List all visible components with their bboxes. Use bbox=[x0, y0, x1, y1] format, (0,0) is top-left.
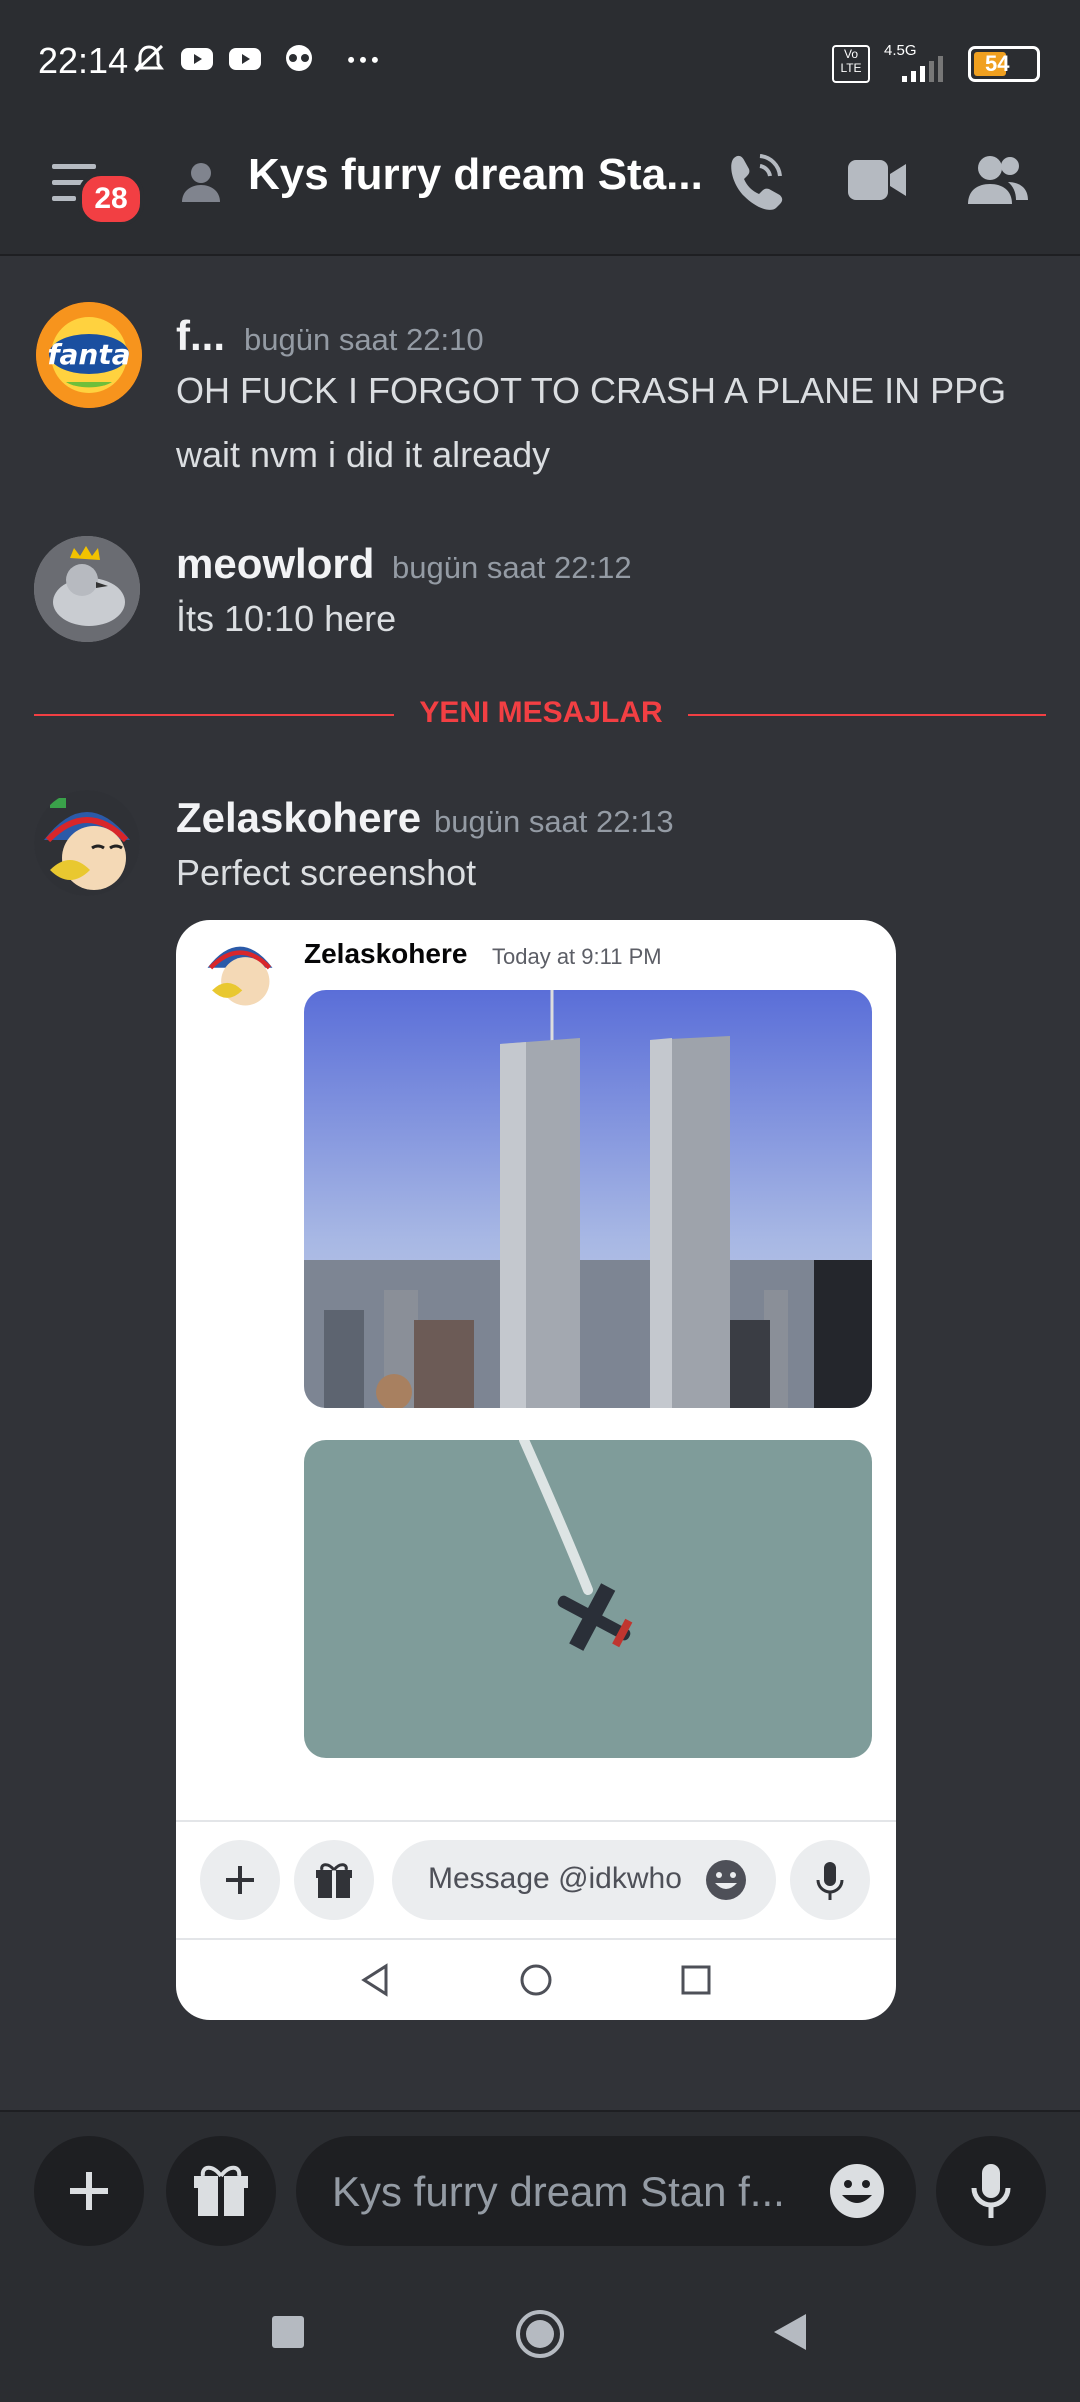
emoji-icon[interactable] bbox=[828, 2162, 886, 2220]
youtube-icon bbox=[229, 48, 261, 70]
avatar-meowlord[interactable] bbox=[34, 536, 140, 642]
video-call-icon[interactable] bbox=[846, 156, 908, 204]
attachment-author: Zelaskohere bbox=[304, 938, 468, 969]
attachment-plus-button bbox=[200, 1840, 280, 1920]
avatar-fanta[interactable]: fanta bbox=[36, 302, 142, 408]
attachment-timestamp: Today at 9:11 PM bbox=[492, 944, 662, 969]
image-attachment[interactable]: Zelaskohere Today at 9:11 PM Message @id… bbox=[176, 920, 896, 2020]
gift-icon bbox=[316, 1863, 352, 1898]
battery-icon: 54 bbox=[968, 46, 1040, 82]
volte-icon: Vo LTE bbox=[832, 45, 870, 83]
back-icon bbox=[361, 1963, 388, 1997]
recents-icon bbox=[681, 1965, 711, 1995]
message-text: wait nvm i did it already bbox=[176, 434, 551, 475]
attachment-gift-button bbox=[294, 1840, 374, 1920]
add-attachment-button[interactable] bbox=[34, 2136, 144, 2246]
microphone-icon bbox=[816, 1862, 844, 1900]
battery-level: 54 bbox=[985, 51, 1010, 76]
message-timestamp: bugün saat 22:10 bbox=[244, 322, 484, 357]
youtube-icon bbox=[181, 48, 213, 70]
attachment-nav-divider bbox=[176, 1938, 896, 1940]
attachment-divider bbox=[176, 1820, 896, 1822]
members-icon[interactable] bbox=[966, 152, 1030, 206]
status-right: Vo LTE 4.5G 54 bbox=[832, 42, 1040, 84]
message-author[interactable]: meowlord bbox=[176, 540, 374, 588]
message-author[interactable]: f... bbox=[176, 312, 225, 360]
message-timestamp: bugün saat 22:12 bbox=[392, 550, 632, 585]
plus-icon bbox=[70, 2172, 108, 2210]
attachment-input-placeholder: Message @idkwho bbox=[428, 1862, 682, 1895]
signal-icon: 4.5G bbox=[884, 42, 954, 84]
plus-icon bbox=[226, 1866, 254, 1894]
new-messages-divider-line bbox=[688, 714, 1046, 716]
message-input-placeholder: Kys furry dream Stan f... bbox=[332, 2168, 785, 2215]
message-input[interactable]: Kys furry dream Stan f... bbox=[296, 2136, 916, 2246]
home-icon bbox=[520, 1964, 552, 1996]
emoji-icon bbox=[706, 1860, 746, 1900]
channel-title[interactable]: Kys furry dream Sta... bbox=[248, 150, 703, 200]
avatar-zelaskohere[interactable] bbox=[34, 790, 140, 896]
attachment-avatar bbox=[200, 930, 280, 1010]
message-text: OH FUCK I FORGOT TO CRASH A PLANE IN PPG bbox=[176, 370, 1007, 411]
message-author[interactable]: Zelaskohere bbox=[176, 794, 421, 842]
group-dm-icon bbox=[182, 163, 220, 202]
recents-icon[interactable] bbox=[268, 2312, 308, 2352]
status-time: 22:14 bbox=[38, 40, 129, 81]
more-notifications-icon bbox=[348, 56, 378, 63]
message-timestamp: bugün saat 22:13 bbox=[434, 804, 674, 839]
attachment-message-input: Message @idkwho bbox=[392, 1840, 776, 1920]
home-icon[interactable] bbox=[514, 2308, 566, 2360]
bell-muted-icon bbox=[134, 44, 164, 73]
voice-message-button[interactable] bbox=[936, 2136, 1046, 2246]
towers-photo bbox=[304, 990, 872, 1408]
skull-icon bbox=[286, 45, 312, 71]
message-text: İts 10:10 here bbox=[176, 598, 397, 639]
unread-badge: 28 bbox=[78, 172, 144, 226]
new-messages-divider-label: YENI MESAJLAR bbox=[419, 696, 663, 729]
svg-text:fanta: fanta bbox=[47, 338, 130, 371]
new-messages-divider-line bbox=[34, 714, 394, 716]
gift-icon bbox=[194, 2165, 248, 2216]
microphone-icon bbox=[971, 2164, 1011, 2218]
back-icon[interactable] bbox=[768, 2310, 812, 2354]
attachment-mic-button bbox=[790, 1840, 870, 1920]
voice-call-icon[interactable] bbox=[724, 150, 784, 212]
plane-photo bbox=[304, 1440, 872, 1758]
message-text: Perfect screenshot bbox=[176, 852, 477, 893]
gift-button[interactable] bbox=[166, 2136, 276, 2246]
